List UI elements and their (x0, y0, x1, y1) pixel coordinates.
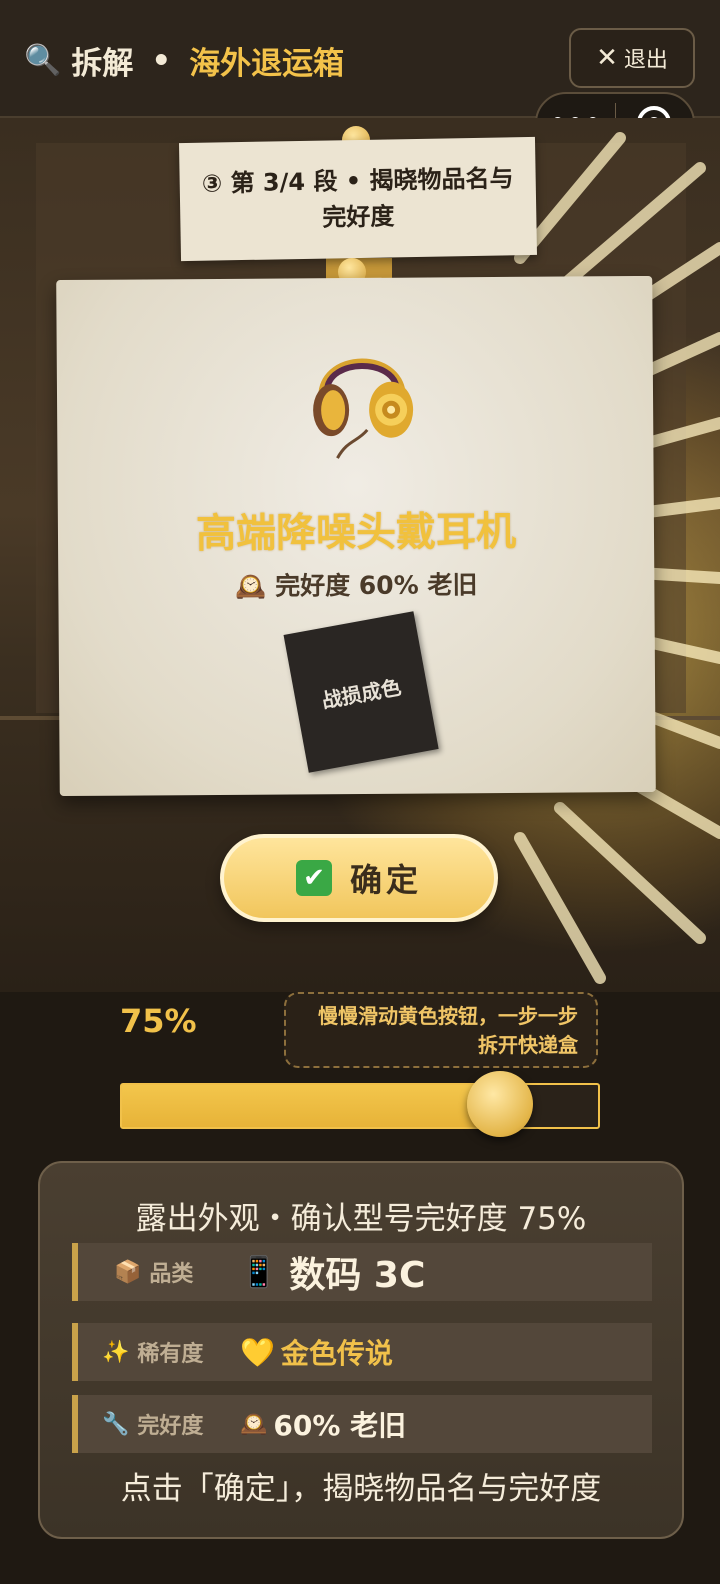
row-value: 💛 金色传说 (240, 1332, 393, 1372)
item-info-panel: 露出外观・确认型号完好度 75% 📦 品类 📱 数码 3C ✨ 稀有度 💛 金色… (38, 1161, 684, 1539)
package-icon: 📦 (114, 1259, 142, 1285)
headphones-icon (313, 358, 414, 459)
info-row-rarity: ✨ 稀有度 💛 金色传说 (72, 1323, 652, 1381)
rarity-label: 稀有度 (137, 1342, 204, 1367)
close-icon: ✕ (596, 43, 618, 73)
condition-label: 完好度 (137, 1414, 204, 1439)
exit-button[interactable]: ✕ 退出 (569, 28, 695, 88)
rarity-value: 金色传说 (280, 1337, 393, 1370)
row-label: ✨ 稀有度 (102, 1336, 240, 1368)
clock-icon: 🕰️ (235, 571, 267, 601)
phone-icon: 📱 (240, 1254, 278, 1290)
row-value: 🕰️ 60% 老旧 (240, 1404, 406, 1444)
condition-stamp: 战损成色 (283, 611, 439, 773)
slider-handle[interactable] (467, 1071, 533, 1137)
condition-value: 60% 老旧 (273, 1409, 407, 1442)
row-value: 📱 数码 3C (240, 1246, 425, 1298)
info-title: 露出外观・确认型号完好度 75% (135, 1201, 587, 1237)
info-footer: 点击「确定」，揭晓物品名与完好度 (120, 1471, 602, 1507)
wrench-icon: 🔧 (102, 1411, 130, 1437)
slide-hint: 慢慢滑动黄色按钮，一步一步拆开快递盒 (284, 992, 598, 1068)
info-row-category: 📦 品类 📱 数码 3C (72, 1243, 652, 1301)
search-icon: 🔍 (24, 43, 62, 78)
step-note: ③ 第 3/4 段 • 揭晓物品名与完好度 (178, 136, 538, 262)
clock-icon: 🕰️ (240, 1411, 268, 1437)
item-name: 高端降噪头戴耳机 (195, 508, 517, 558)
title-sub: 海外退运箱 (189, 46, 345, 82)
row-label: 🔧 完好度 (102, 1408, 240, 1440)
row-label: 📦 品类 (114, 1256, 240, 1288)
title-separator: • (151, 42, 172, 79)
heart-icon: 💛 (240, 1335, 275, 1369)
condition-text: 完好度 60% 老旧 (275, 570, 478, 601)
condition-line: 🕰️ 完好度 60% 老旧 (58, 564, 654, 604)
category-label: 品类 (149, 1262, 194, 1287)
page-title: 🔍 拆解 • 海外退运箱 (24, 38, 344, 83)
unbox-scene: ③ 第 3/4 段 • 揭晓物品名与完好度 高端降噪头戴耳机 🕰️ 完好度 60… (0, 118, 720, 992)
sparkles-icon: ✨ (102, 1339, 130, 1365)
check-icon: ✔ (295, 860, 332, 896)
slider-fill (122, 1085, 500, 1127)
exit-label: 退出 (623, 48, 668, 73)
category-value: 数码 3C (289, 1255, 426, 1296)
confirm-label: 确定 (349, 861, 422, 899)
info-row-condition: 🔧 完好度 🕰️ 60% 老旧 (72, 1395, 652, 1453)
unbox-slider[interactable] (120, 1071, 600, 1137)
progress-percent: 75% (120, 1002, 197, 1040)
confirm-button[interactable]: ✔ 确定 (220, 834, 498, 922)
item-card: 高端降噪头戴耳机 🕰️ 完好度 60% 老旧 战损成色 (56, 275, 656, 797)
title-main: 拆解 (71, 46, 134, 82)
